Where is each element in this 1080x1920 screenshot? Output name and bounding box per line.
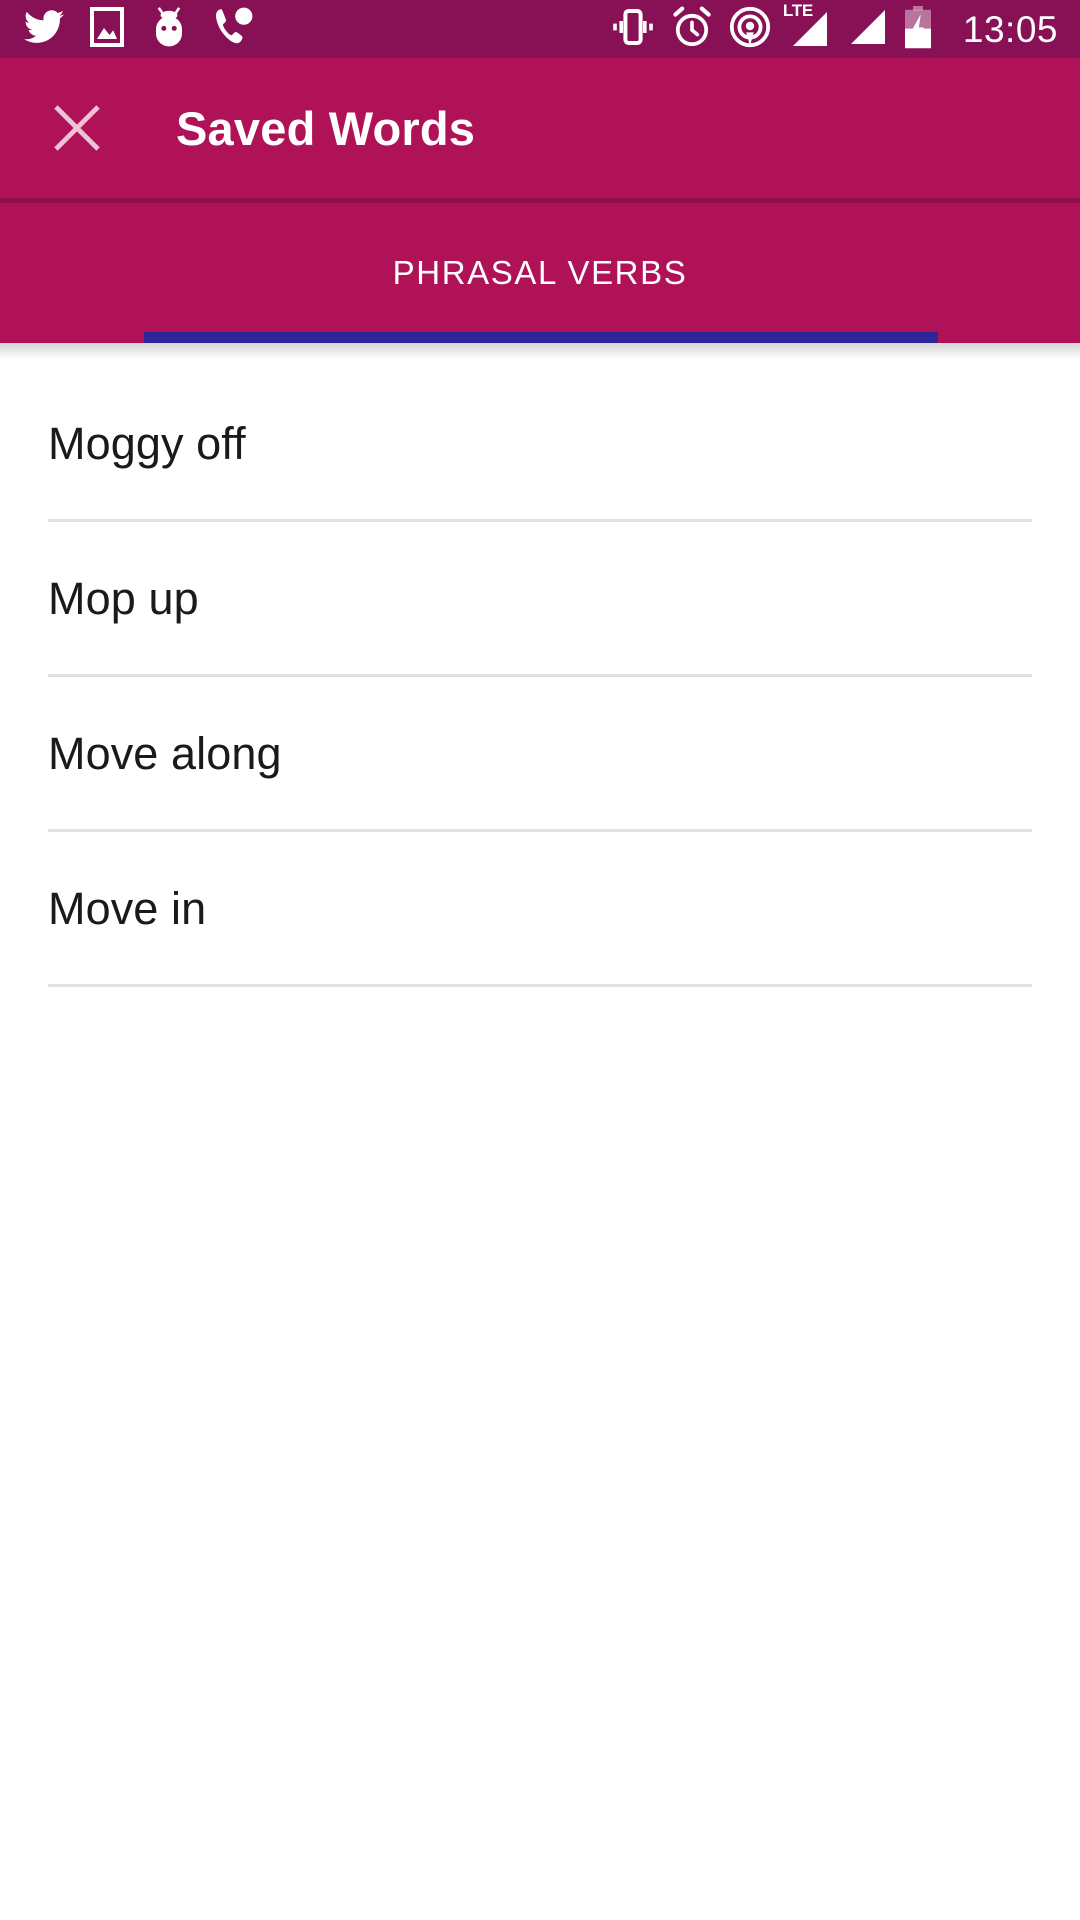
android-marshmallow-icon bbox=[150, 6, 188, 53]
screenshot-image-icon bbox=[90, 6, 124, 52]
content-top-shadow bbox=[0, 343, 1080, 359]
twitter-icon bbox=[24, 9, 64, 49]
vibrate-icon bbox=[611, 8, 655, 51]
close-icon bbox=[54, 105, 100, 151]
status-bar-clock: 13:05 bbox=[962, 8, 1058, 50]
list-item[interactable]: Mop up bbox=[0, 522, 1080, 674]
signal-sim2-icon bbox=[845, 6, 887, 53]
status-bar-notification-icons bbox=[24, 6, 254, 53]
tab-bar: PHRASAL VERBS bbox=[0, 203, 1080, 343]
app-bar: Saved Words bbox=[0, 58, 1080, 198]
battery-charging-icon bbox=[903, 5, 933, 54]
signal-lte-icon: LTE bbox=[783, 2, 829, 50]
tab-selected-indicator bbox=[144, 332, 938, 343]
list-item-label: Mop up bbox=[48, 572, 199, 624]
lte-label: LTE bbox=[782, 1, 813, 20]
saved-words-screen: LTE 13:05 Saved Words PHRASAL VERBS Mogg… bbox=[0, 0, 1080, 1920]
status-bar-system-icons: LTE 13:05 bbox=[611, 2, 1058, 54]
page-title: Saved Words bbox=[176, 101, 476, 155]
list-item[interactable]: Moggy off bbox=[0, 367, 1080, 519]
alarm-icon bbox=[671, 6, 713, 53]
close-button[interactable] bbox=[40, 91, 114, 165]
list-item[interactable]: Move along bbox=[0, 677, 1080, 829]
saved-words-list: Moggy off Mop up Move along Move in bbox=[0, 359, 1080, 987]
tab-phrasal-verbs[interactable]: PHRASAL VERBS bbox=[393, 254, 688, 292]
list-item-label: Moggy off bbox=[48, 417, 246, 469]
list-divider bbox=[48, 984, 1032, 987]
list-item-label: Move along bbox=[48, 727, 282, 779]
status-bar: LTE 13:05 bbox=[0, 0, 1080, 58]
list-item[interactable]: Move in bbox=[0, 832, 1080, 984]
list-item-label: Move in bbox=[48, 882, 207, 934]
missed-call-icon bbox=[214, 7, 254, 52]
hotspot-icon bbox=[729, 6, 771, 53]
